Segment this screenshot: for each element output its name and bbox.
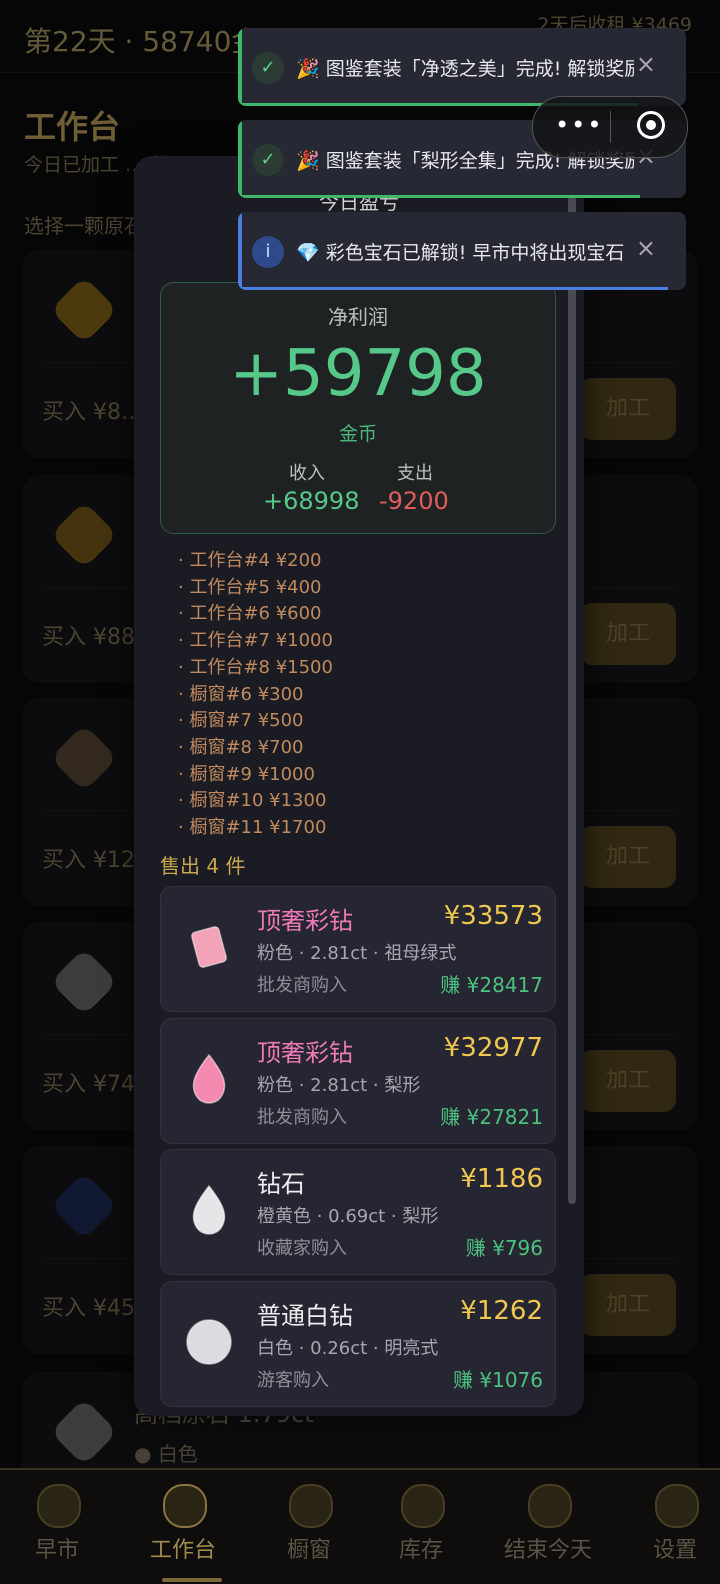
showcase-icon bbox=[289, 1484, 333, 1528]
close-icon[interactable]: × bbox=[636, 234, 656, 262]
item-price: ¥32977 bbox=[443, 1033, 543, 1063]
nav-end-day[interactable]: 结束今天 bbox=[480, 1470, 616, 1584]
expense-value: -9200 bbox=[379, 487, 449, 515]
toast-notification: i 💎 彩色宝石已解锁! 早市中将出现宝石 × bbox=[238, 212, 686, 290]
item-earnings: 赚 ¥27821 bbox=[440, 1105, 543, 1129]
expense-item: · 橱窗#7 ¥500 bbox=[178, 710, 304, 732]
toast-notification: ✓ 🎉 图鉴套装「净透之美」完成! 解锁奖励 × bbox=[238, 28, 686, 106]
daily-summary-modal: 今日盈亏 净利润 +59798 金币 收入 支出 +68998 -9200 · … bbox=[134, 156, 584, 1416]
item-description: 白色 · 0.26ct · 明亮式 bbox=[257, 1338, 439, 1359]
item-name: 顶奢彩钻 bbox=[257, 907, 353, 935]
item-earnings: 赚 ¥796 bbox=[465, 1236, 543, 1260]
net-profit-panel: 净利润 +59798 金币 收入 支出 +68998 -9200 bbox=[160, 282, 556, 534]
expense-item: · 工作台#8 ¥1500 bbox=[178, 656, 333, 678]
expense-item: · 橱窗#11 ¥1700 bbox=[178, 817, 327, 838]
toast-message: 🎉 图鉴套装「净透之美」完成! 解锁奖励 bbox=[296, 58, 634, 80]
nav-inventory[interactable]: 库存 bbox=[362, 1470, 480, 1584]
item-name: 顶奢彩钻 bbox=[257, 1039, 353, 1067]
net-profit-value: +59798 bbox=[229, 337, 487, 411]
item-price: ¥1262 bbox=[460, 1296, 543, 1326]
sold-item: 顶奢彩钻 ¥32977 粉色 · 2.81ct · 梨形 批发商购入 赚 ¥27821 bbox=[160, 1018, 556, 1144]
expense-item: · 工作台#6 ¥600 bbox=[178, 603, 322, 625]
net-profit-label: 净利润 bbox=[328, 305, 388, 329]
active-tab-indicator bbox=[162, 1578, 222, 1582]
capsule-divider bbox=[610, 111, 611, 143]
sold-item: 普通白钻 ¥1262 白色 · 0.26ct · 明亮式 游客购入 赚 ¥1076 bbox=[160, 1281, 556, 1407]
nav-label: 工作台 bbox=[149, 1538, 216, 1563]
check-icon: ✓ bbox=[252, 52, 284, 84]
nav-showcase[interactable]: 橱窗 bbox=[250, 1470, 368, 1584]
item-price: ¥33573 bbox=[443, 901, 543, 931]
close-icon[interactable]: × bbox=[636, 50, 656, 78]
toast-progress bbox=[242, 287, 668, 290]
moon-icon bbox=[528, 1484, 572, 1528]
inventory-icon bbox=[401, 1484, 445, 1528]
nav-label: 库存 bbox=[398, 1538, 443, 1563]
item-price: ¥1186 bbox=[460, 1164, 543, 1194]
item-buyer: 批发商购入 bbox=[257, 975, 347, 996]
exit-icon[interactable] bbox=[637, 111, 665, 139]
net-profit-unit: 金币 bbox=[338, 423, 377, 445]
nav-label: 设置 bbox=[652, 1538, 697, 1563]
toast-accent bbox=[238, 212, 242, 290]
expense-label: 支出 bbox=[397, 463, 433, 484]
expense-item: · 工作台#7 ¥1000 bbox=[178, 630, 333, 652]
item-name: 普通白钻 bbox=[257, 1302, 353, 1330]
gem-icon bbox=[192, 1053, 226, 1104]
expense-item: · 工作台#4 ¥200 bbox=[178, 550, 322, 571]
item-buyer: 批发商购入 bbox=[257, 1107, 347, 1128]
toast-message: 💎 彩色宝石已解锁! 早市中将出现宝石 bbox=[296, 242, 625, 264]
item-description: 橙黄色 · 0.69ct · 梨形 bbox=[257, 1206, 439, 1227]
gem-icon bbox=[190, 926, 228, 968]
bottom-nav: 早市 工作台 橱窗 库存 结束今天 设置 bbox=[0, 1468, 720, 1584]
info-icon: i bbox=[252, 236, 284, 268]
nav-label: 橱窗 bbox=[286, 1538, 331, 1563]
item-description: 粉色 · 2.81ct · 梨形 bbox=[257, 1075, 421, 1096]
expense-item: · 工作台#5 ¥400 bbox=[178, 576, 322, 598]
gear-icon bbox=[655, 1484, 699, 1528]
sold-item: 钻石 ¥1186 橙黄色 · 0.69ct · 梨形 收藏家购入 赚 ¥796 bbox=[160, 1149, 556, 1275]
nav-label: 结束今天 bbox=[503, 1538, 592, 1563]
item-description: 粉色 · 2.81ct · 祖母绿式 bbox=[257, 943, 457, 964]
item-buyer: 收藏家购入 bbox=[257, 1238, 347, 1259]
expense-item: · 橱窗#6 ¥300 bbox=[178, 683, 304, 705]
nav-workbench[interactable]: 工作台 bbox=[124, 1470, 242, 1584]
toast-progress bbox=[242, 195, 640, 198]
sold-item: 顶奢彩钻 ¥33573 粉色 · 2.81ct · 祖母绿式 批发商购入 赚 ¥2841… bbox=[160, 886, 556, 1012]
nav-settings[interactable]: 设置 bbox=[630, 1470, 720, 1584]
item-earnings: 赚 ¥28417 bbox=[440, 973, 543, 997]
nav-morning-market[interactable]: 早市 bbox=[0, 1470, 114, 1584]
expense-item: · 橱窗#9 ¥1000 bbox=[178, 763, 315, 785]
item-buyer: 游客购入 bbox=[257, 1370, 329, 1391]
expense-item: · 橱窗#10 ¥1300 bbox=[178, 790, 327, 812]
toast-accent bbox=[238, 120, 242, 198]
workbench-icon bbox=[163, 1484, 207, 1528]
sold-title: 售出 4 件 bbox=[160, 854, 246, 878]
item-name: 钻石 bbox=[257, 1170, 305, 1198]
item-earnings: 赚 ¥1076 bbox=[453, 1368, 543, 1392]
nav-label: 早市 bbox=[34, 1538, 79, 1563]
market-icon bbox=[37, 1484, 81, 1528]
income-value: +68998 bbox=[263, 487, 360, 515]
check-icon: ✓ bbox=[252, 144, 284, 176]
gem-icon bbox=[192, 1184, 226, 1235]
toast-accent bbox=[238, 28, 242, 106]
expense-item: · 橱窗#8 ¥700 bbox=[178, 736, 304, 758]
gem-icon bbox=[186, 1319, 232, 1365]
modal-scrollbar[interactable] bbox=[568, 196, 576, 1204]
more-icon[interactable]: ••• bbox=[555, 111, 603, 139]
miniprogram-capsule: ••• bbox=[532, 96, 688, 158]
income-label: 收入 bbox=[289, 463, 325, 484]
